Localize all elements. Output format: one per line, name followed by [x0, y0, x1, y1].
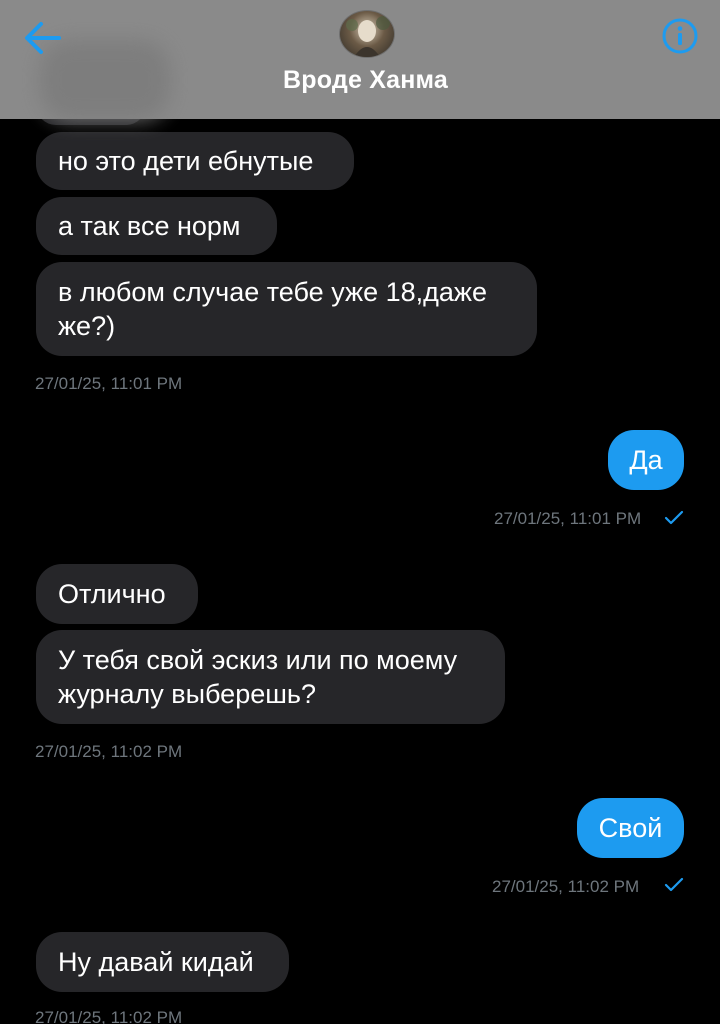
message-text: а так все норм: [58, 211, 241, 241]
message-text: У тебя свой эскиз или по моему журналу в…: [58, 645, 458, 709]
avatar-image: [346, 16, 390, 57]
message-bubble-outgoing[interactable]: Свой: [577, 798, 684, 858]
message-bubble-incoming[interactable]: У тебя свой эскиз или по моему журналу в…: [36, 630, 505, 724]
message-text: Свой: [598, 813, 663, 843]
back-button[interactable]: [18, 14, 66, 62]
message-bubble-incoming[interactable]: а так все норм: [36, 197, 277, 255]
message-timestamp: 27/01/25, 11:01 PM: [494, 509, 642, 528]
info-circle-icon: [662, 18, 698, 54]
message-bubble-incoming[interactable]: но это дети ебнутые: [36, 132, 354, 190]
message-bubble-incoming[interactable]: Ну давай кидай: [36, 932, 289, 992]
message-timestamp: 27/01/25, 11:01 PM: [35, 374, 183, 393]
sent-check-icon: [664, 510, 684, 525]
avatar[interactable]: [339, 10, 395, 58]
message-bubble-incoming[interactable]: в любом случае тебе уже 18,даже же?): [36, 262, 537, 356]
chat-screen: но это дети ебнутые а так все норм в люб…: [0, 0, 720, 1024]
message-text: но это дети ебнутые: [58, 146, 314, 176]
message-list[interactable]: но это дети ебнутые а так все норм в люб…: [0, 0, 720, 1024]
contact-name[interactable]: Вроде Ханма: [0, 66, 720, 95]
message-text: Да: [629, 445, 663, 475]
info-button[interactable]: [660, 16, 700, 56]
message-text: в любом случае тебе уже 18,даже же?): [58, 277, 487, 341]
message-bubble-outgoing[interactable]: Да: [608, 430, 684, 490]
message-text: Ну давай кидай: [58, 947, 254, 977]
message-timestamp: 27/01/25, 11:02 PM: [35, 1008, 183, 1024]
message-timestamp: 27/01/25, 11:02 PM: [492, 877, 640, 896]
arrow-left-icon: [25, 22, 61, 54]
chat-header: Вроде Ханма: [0, 0, 720, 120]
sent-check-icon: [664, 877, 684, 892]
message-text: Отлично: [58, 579, 166, 609]
message-timestamp: 27/01/25, 11:02 PM: [35, 742, 183, 761]
message-bubble-incoming[interactable]: Отлично: [36, 564, 198, 624]
